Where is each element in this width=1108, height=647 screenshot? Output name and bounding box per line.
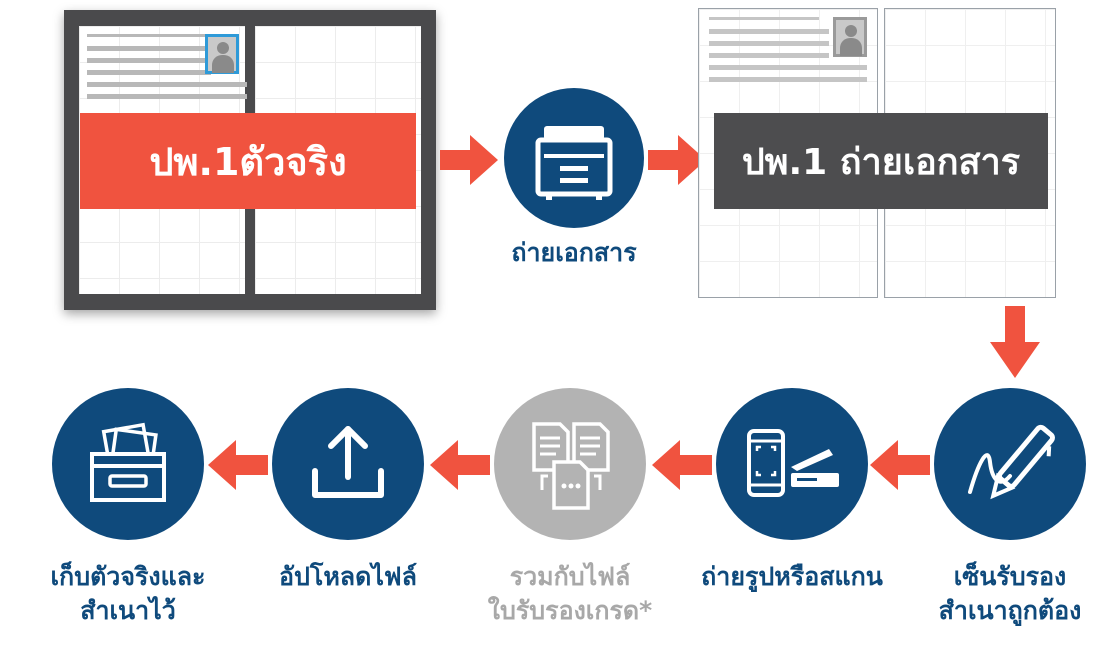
label-keep: เก็บตัวจริงและ สำเนาไว้ bbox=[50, 562, 206, 625]
photo-icon bbox=[833, 17, 867, 57]
arrow-left-icon bbox=[870, 440, 930, 490]
copy-banner: ปพ.1 ถ่ายเอกสาร bbox=[714, 113, 1048, 209]
archive-box-icon bbox=[52, 388, 204, 540]
arrow-down-icon bbox=[990, 306, 1040, 378]
arrow-left-icon bbox=[652, 440, 712, 490]
original-banner: ปพ.1ตัวจริง bbox=[80, 113, 416, 209]
label-photocopy: ถ่ายเอกสาร bbox=[511, 238, 637, 267]
phone-scanner-icon bbox=[716, 388, 868, 540]
upload-icon bbox=[272, 388, 424, 540]
label-sign-certify: เซ็นรับรอง สำเนาถูกต้อง bbox=[938, 562, 1082, 625]
photo-icon bbox=[205, 34, 239, 74]
photocopier-icon bbox=[504, 88, 644, 228]
signature-pen-icon bbox=[934, 388, 1086, 540]
arrow-left-icon bbox=[208, 440, 268, 490]
documents-icon bbox=[494, 388, 646, 540]
label-combine: รวมกับไฟล์ ใบรับรองเกรด* bbox=[487, 562, 653, 625]
arrow-right-icon bbox=[440, 135, 498, 185]
arrow-left-icon bbox=[430, 440, 490, 490]
label-upload: อัปโหลดไฟล์ bbox=[279, 562, 417, 591]
label-photo-scan: ถ่ายรูปหรือสแกน bbox=[701, 562, 883, 591]
